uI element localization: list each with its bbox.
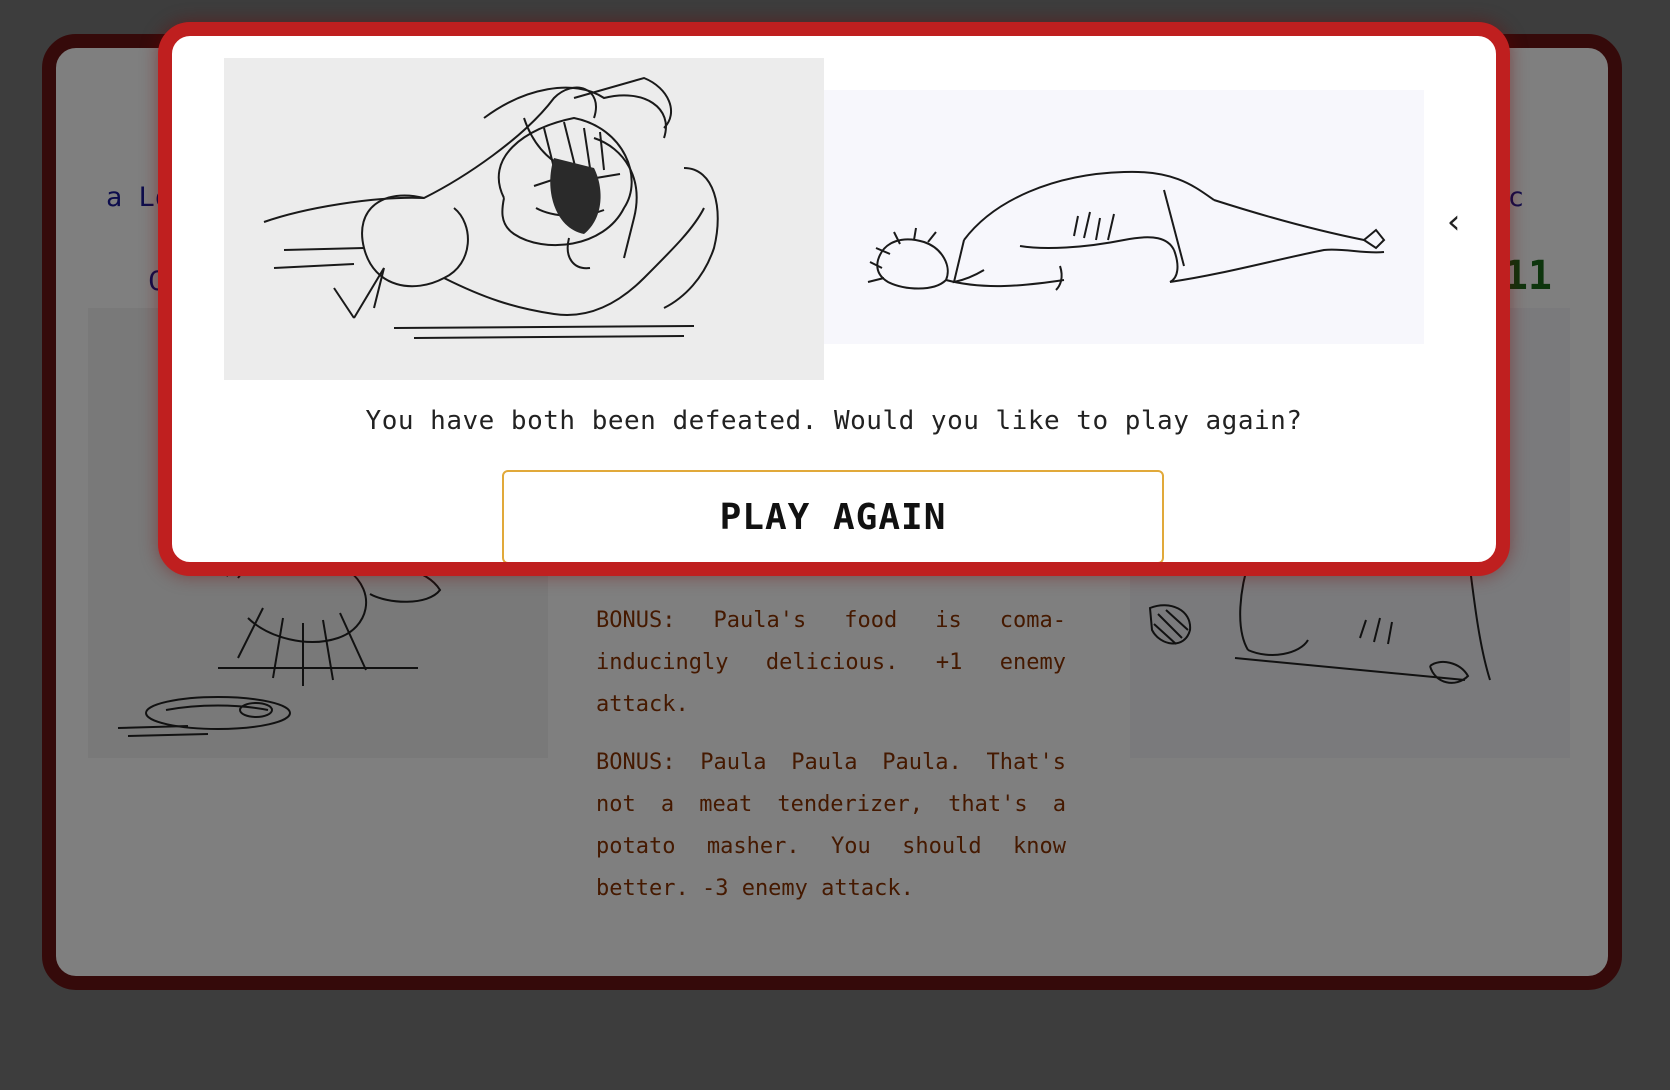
defeated-hero-illustration bbox=[824, 90, 1424, 344]
defeated-hero-drawing bbox=[867, 170, 1386, 291]
game-over-modal: ‹ You have both been defeated. Would you… bbox=[158, 22, 1510, 576]
carousel-prev-icon[interactable]: ‹ bbox=[1440, 202, 1468, 242]
game-over-message: You have both been defeated. Would you l… bbox=[365, 406, 1303, 436]
defeated-enemy-drawing bbox=[263, 76, 719, 339]
play-again-button[interactable]: PLAY AGAIN bbox=[502, 470, 1164, 562]
defeated-enemy-illustration bbox=[224, 58, 824, 380]
